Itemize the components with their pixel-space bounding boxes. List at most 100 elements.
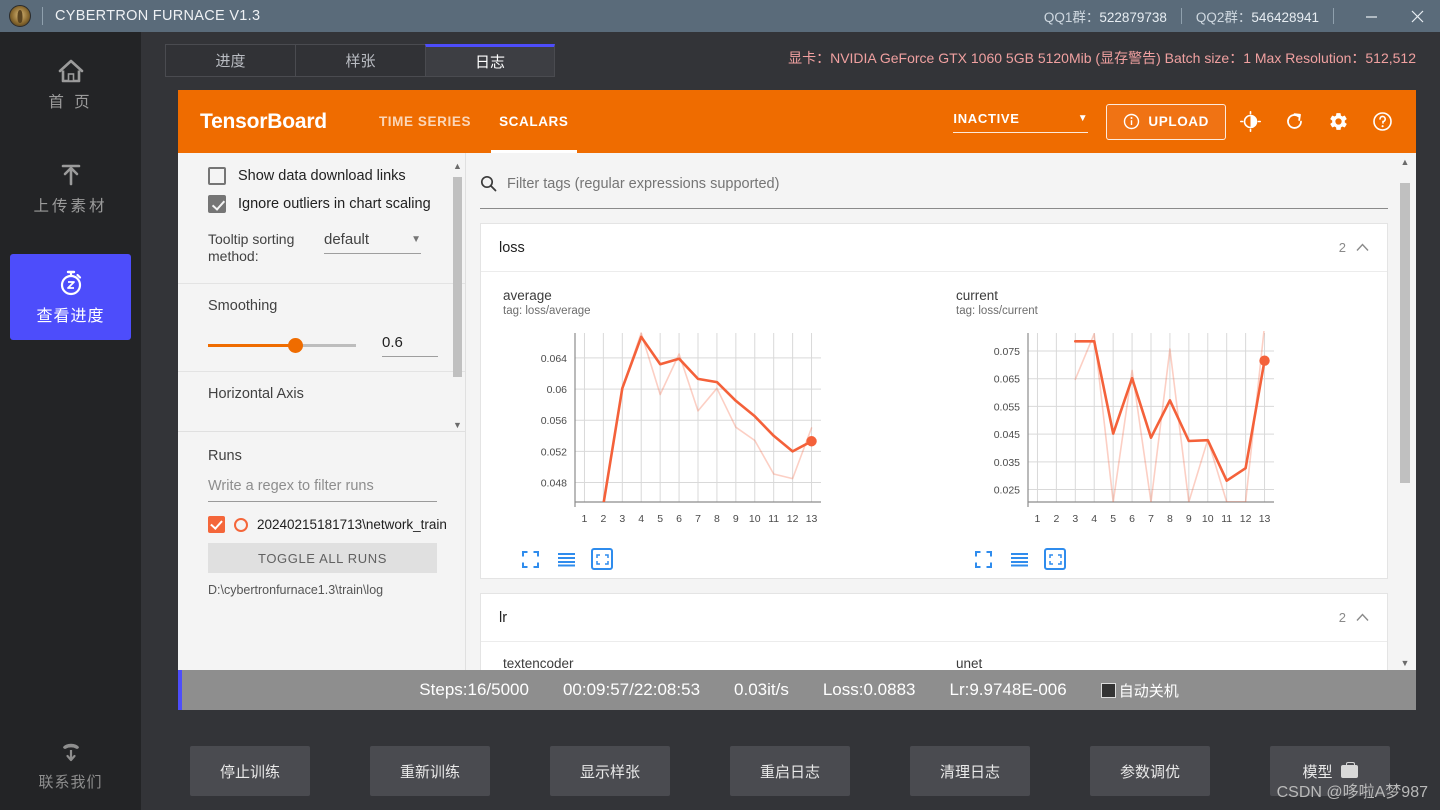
toggle-all-runs-button[interactable]: TOGGLE ALL RUNS xyxy=(208,543,437,573)
svg-text:0.06: 0.06 xyxy=(547,384,568,396)
fullscreen-icon[interactable] xyxy=(972,548,994,570)
svg-text:6: 6 xyxy=(676,513,682,525)
help-circle-icon xyxy=(1372,112,1392,131)
smoothing-value-input[interactable]: 0.6 xyxy=(382,334,438,357)
show-samples-button[interactable]: 显示样张 xyxy=(550,746,670,796)
log-path: D:\cybertronfurnace1.3\train\log xyxy=(208,583,384,597)
clear-log-button[interactable]: 清理日志 xyxy=(910,746,1030,796)
card-loss-header[interactable]: loss 2 xyxy=(481,224,1387,272)
restart-log-label: 重启日志 xyxy=(759,763,820,781)
fit-domain-icon[interactable] xyxy=(591,548,613,570)
fit-domain-icon[interactable] xyxy=(1044,548,1066,570)
minimize-button[interactable] xyxy=(1348,0,1394,32)
card-lr-count: 2 xyxy=(1338,610,1346,625)
chart-loss-average-plot[interactable]: 0.048 0.052 0.056 0.06 0.064 1 2 3 4 5 6 7 8 9 10 11 12 1… xyxy=(503,327,924,542)
data-range-icon[interactable] xyxy=(555,548,577,570)
tab-progress-label: 进度 xyxy=(215,53,246,70)
charts-scrollbar[interactable]: ▲ ▼ xyxy=(1400,157,1410,668)
ignore-outliers-checkbox[interactable] xyxy=(208,195,226,213)
tab-progress[interactable]: 进度 xyxy=(165,44,295,77)
settings-panel: Show data download links Ignore outliers… xyxy=(178,153,466,670)
scroll-up-icon[interactable]: ▲ xyxy=(1400,157,1410,167)
run-status-select[interactable]: INACTIVE ▼ xyxy=(953,111,1089,133)
tensorboard-brand: TensorBoard xyxy=(200,109,327,133)
tensorboard-panel: TensorBoard TIME SERIES SCALARS INACTIVE… xyxy=(178,90,1416,670)
card-lr-header[interactable]: lr 2 xyxy=(481,594,1387,642)
auto-shutdown-toggle[interactable]: 自动关机 xyxy=(1100,680,1179,701)
upload-button-label: UPLOAD xyxy=(1148,114,1209,129)
run-list-item[interactable]: 20240215181713\network_train xyxy=(208,516,447,533)
svg-text:0.025: 0.025 xyxy=(994,485,1020,497)
tab-samples[interactable]: 样张 xyxy=(295,44,425,77)
svg-text:11: 11 xyxy=(768,513,779,525)
tag-filter-input[interactable]: Filter tags (regular expressions support… xyxy=(507,176,779,192)
close-button[interactable] xyxy=(1394,0,1440,32)
settings-scrollbar[interactable]: ▲ ▼ xyxy=(453,162,462,430)
qq-group-2: QQ2群：546428941 xyxy=(1196,6,1319,26)
fullscreen-icon[interactable] xyxy=(519,548,541,570)
tooltip-sorting-row: Tooltip sorting method: default ▼ xyxy=(178,223,465,283)
chart-lr-textencoder: textencoder tag: lr/textencoder xyxy=(481,656,934,670)
tab-bar: 进度 样张 日志 xyxy=(165,44,555,77)
svg-text:13: 13 xyxy=(806,513,818,525)
data-range-icon[interactable] xyxy=(1008,548,1030,570)
app-logo-icon xyxy=(9,5,31,27)
svg-text:6: 6 xyxy=(1129,513,1135,525)
sidebar-item-progress[interactable]: 查看进度 xyxy=(10,254,131,340)
qq-divider-2 xyxy=(1333,8,1334,24)
chevron-up-icon[interactable] xyxy=(1356,243,1369,252)
scroll-down-icon[interactable]: ▼ xyxy=(453,421,462,430)
stop-training-button[interactable]: 停止训练 xyxy=(190,746,310,796)
refresh-button[interactable] xyxy=(1274,102,1314,142)
scroll-up-icon[interactable]: ▲ xyxy=(453,162,462,171)
svg-text:8: 8 xyxy=(714,513,720,525)
svg-text:0.056: 0.056 xyxy=(541,415,567,427)
svg-text:3: 3 xyxy=(619,513,625,525)
smoothing-slider[interactable] xyxy=(208,338,356,353)
tab-logs[interactable]: 日志 xyxy=(425,44,555,77)
svg-text:13: 13 xyxy=(1259,513,1271,525)
tab-time-series[interactable]: TIME SERIES xyxy=(365,90,485,153)
sidebar-item-home[interactable]: 首 页 xyxy=(10,46,131,120)
sidebar-item-contact[interactable]: 联系我们 xyxy=(10,739,131,792)
runs-label: Runs xyxy=(208,448,242,464)
show-download-links-checkbox[interactable] xyxy=(208,167,226,185)
sidebar-item-upload[interactable]: 上传素材 xyxy=(10,150,131,224)
help-button[interactable] xyxy=(1362,102,1402,142)
chart-loss-current-plot[interactable]: 0.025 0.035 0.045 0.055 0.065 0.075 1 2 3 4 5 6 7 8 9 1… xyxy=(956,327,1377,542)
ignore-outliers-row[interactable]: Ignore outliers in chart scaling xyxy=(178,195,465,213)
auto-shutdown-checkbox[interactable] xyxy=(1100,682,1116,698)
svg-text:10: 10 xyxy=(749,513,761,525)
qq-divider-1 xyxy=(1180,8,1182,24)
upload-button[interactable]: UPLOAD xyxy=(1106,103,1226,140)
restart-training-button[interactable]: 重新训练 xyxy=(370,746,490,796)
show-download-links-row[interactable]: Show data download links xyxy=(178,167,465,185)
scroll-down-icon[interactable]: ▼ xyxy=(1400,658,1410,668)
chevron-up-icon[interactable] xyxy=(1356,613,1369,622)
app-title: CYBERTRON FURNACE V1.3 xyxy=(55,8,261,24)
settings-button[interactable] xyxy=(1318,102,1358,142)
charts-panel: Filter tags (regular expressions support… xyxy=(466,153,1416,670)
tag-filter-bar[interactable]: Filter tags (regular expressions support… xyxy=(480,161,1388,209)
tune-params-button[interactable]: 参数调优 xyxy=(1090,746,1210,796)
qq2-number: 546428941 xyxy=(1251,10,1319,25)
svg-text:0.052: 0.052 xyxy=(541,446,567,458)
charts-scrollbar-thumb[interactable] xyxy=(1400,183,1410,483)
runs-section: Runs Write a regex to filter runs 202402… xyxy=(178,431,465,597)
brightness-button[interactable] xyxy=(1230,102,1270,142)
status-speed: 0.03it/s xyxy=(734,680,789,699)
smoothing-slider-fill xyxy=(208,344,296,347)
smoothing-slider-knob[interactable] xyxy=(288,338,303,353)
chart-loss-current: current tag: loss/current 0.025 0.035 0.04… xyxy=(934,288,1387,570)
settings-scrollbar-thumb[interactable] xyxy=(453,177,462,377)
restart-log-button[interactable]: 重启日志 xyxy=(730,746,850,796)
smoothing-label: Smoothing xyxy=(208,298,278,314)
tab-scalars[interactable]: SCALARS xyxy=(485,90,582,153)
run-checkbox[interactable] xyxy=(208,516,225,533)
chart-loss-current-tag: tag: loss/current xyxy=(956,305,1038,317)
chevron-down-icon: ▼ xyxy=(411,234,421,245)
svg-text:0.035: 0.035 xyxy=(994,457,1020,469)
tooltip-sorting-select[interactable]: default ▼ xyxy=(324,231,421,254)
runs-filter-input[interactable]: Write a regex to filter runs xyxy=(208,478,437,502)
chart-loss-current-title: current xyxy=(956,288,999,303)
